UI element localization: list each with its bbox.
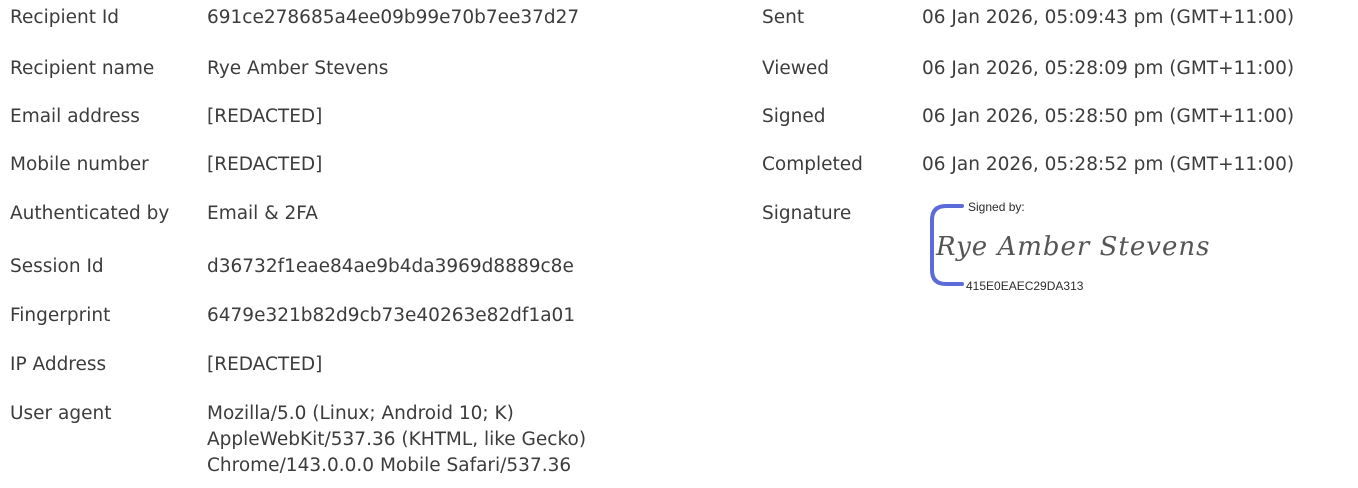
session-id-label: Session Id	[10, 256, 104, 277]
recipient-id-value: 691ce278685a4ee09b99e70b7ee37d27	[207, 7, 580, 28]
signature-stamp-graphic: Signed by: Rye Amber Stevens 415E0EAEC29…	[930, 200, 1210, 293]
sent-label: Sent	[762, 7, 805, 28]
recipient-name-value: Rye Amber Stevens	[207, 58, 389, 79]
viewed-label: Viewed	[762, 58, 830, 79]
mobile-number-label: Mobile number	[10, 154, 149, 175]
recipient-id-row: Recipient Id 691ce278685a4ee09b99e70b7ee…	[10, 5, 579, 31]
fingerprint-value: 6479e321b82d9cb73e40263e82df1a01	[207, 305, 576, 326]
ip-address-row: IP Address [REDACTED]	[10, 352, 322, 378]
user-agent-row: User agent Mozilla/5.0 (Linux; Android 1…	[10, 401, 667, 479]
viewed-row: Viewed 06 Jan 2026, 05:28:09 pm (GMT+11:…	[762, 56, 1294, 82]
mobile-number-row: Mobile number [REDACTED]	[10, 152, 322, 178]
session-id-value: d36732f1eae84ae9b4da3969d8889c8e	[207, 256, 574, 277]
email-address-row: Email address [REDACTED]	[10, 104, 322, 130]
recipient-name-label: Recipient name	[10, 58, 155, 79]
signature-id: 415E0EAEC29DA313	[966, 279, 1084, 293]
email-address-label: Email address	[10, 106, 140, 127]
sent-row: Sent 06 Jan 2026, 05:09:43 pm (GMT+11:00…	[762, 5, 1294, 31]
authenticated-by-label: Authenticated by	[10, 203, 170, 224]
signed-row: Signed 06 Jan 2026, 05:28:50 pm (GMT+11:…	[762, 104, 1294, 130]
recipient-name-row: Recipient name Rye Amber Stevens	[10, 56, 388, 82]
user-agent-label: User agent	[10, 403, 112, 424]
authenticated-by-row: Authenticated by Email & 2FA	[10, 201, 318, 227]
completed-label: Completed	[762, 154, 863, 175]
sent-timestamp: 06 Jan 2026, 05:09:43 pm (GMT+11:00)	[922, 7, 1295, 28]
handwritten-signature: Rye Amber Stevens	[935, 232, 1210, 262]
mobile-number-value: [REDACTED]	[207, 154, 323, 175]
session-id-row: Session Id d36732f1eae84ae9b4da3969d8889…	[10, 254, 574, 280]
fingerprint-label: Fingerprint	[10, 305, 111, 326]
viewed-timestamp: 06 Jan 2026, 05:28:09 pm (GMT+11:00)	[922, 58, 1295, 79]
signed-label: Signed	[762, 106, 826, 127]
completed-timestamp: 06 Jan 2026, 05:28:52 pm (GMT+11:00)	[922, 154, 1295, 175]
signed-timestamp: 06 Jan 2026, 05:28:50 pm (GMT+11:00)	[922, 106, 1295, 127]
signature-label: Signature	[762, 203, 852, 224]
signed-by-caption: Signed by:	[968, 200, 1025, 214]
signature-stamp: Signed by: Rye Amber Stevens 415E0EAEC29…	[922, 198, 1282, 308]
completed-row: Completed 06 Jan 2026, 05:28:52 pm (GMT+…	[762, 152, 1294, 178]
ip-address-label: IP Address	[10, 354, 107, 375]
authenticated-by-value: Email & 2FA	[207, 203, 318, 224]
signature-row: Signature	[762, 201, 922, 227]
ip-address-value: [REDACTED]	[207, 354, 323, 375]
fingerprint-row: Fingerprint 6479e321b82d9cb73e40263e82df…	[10, 303, 575, 329]
recipient-id-label: Recipient Id	[10, 7, 120, 28]
user-agent-value: Mozilla/5.0 (Linux; Android 10; K) Apple…	[207, 403, 587, 476]
email-address-value: [REDACTED]	[207, 106, 323, 127]
